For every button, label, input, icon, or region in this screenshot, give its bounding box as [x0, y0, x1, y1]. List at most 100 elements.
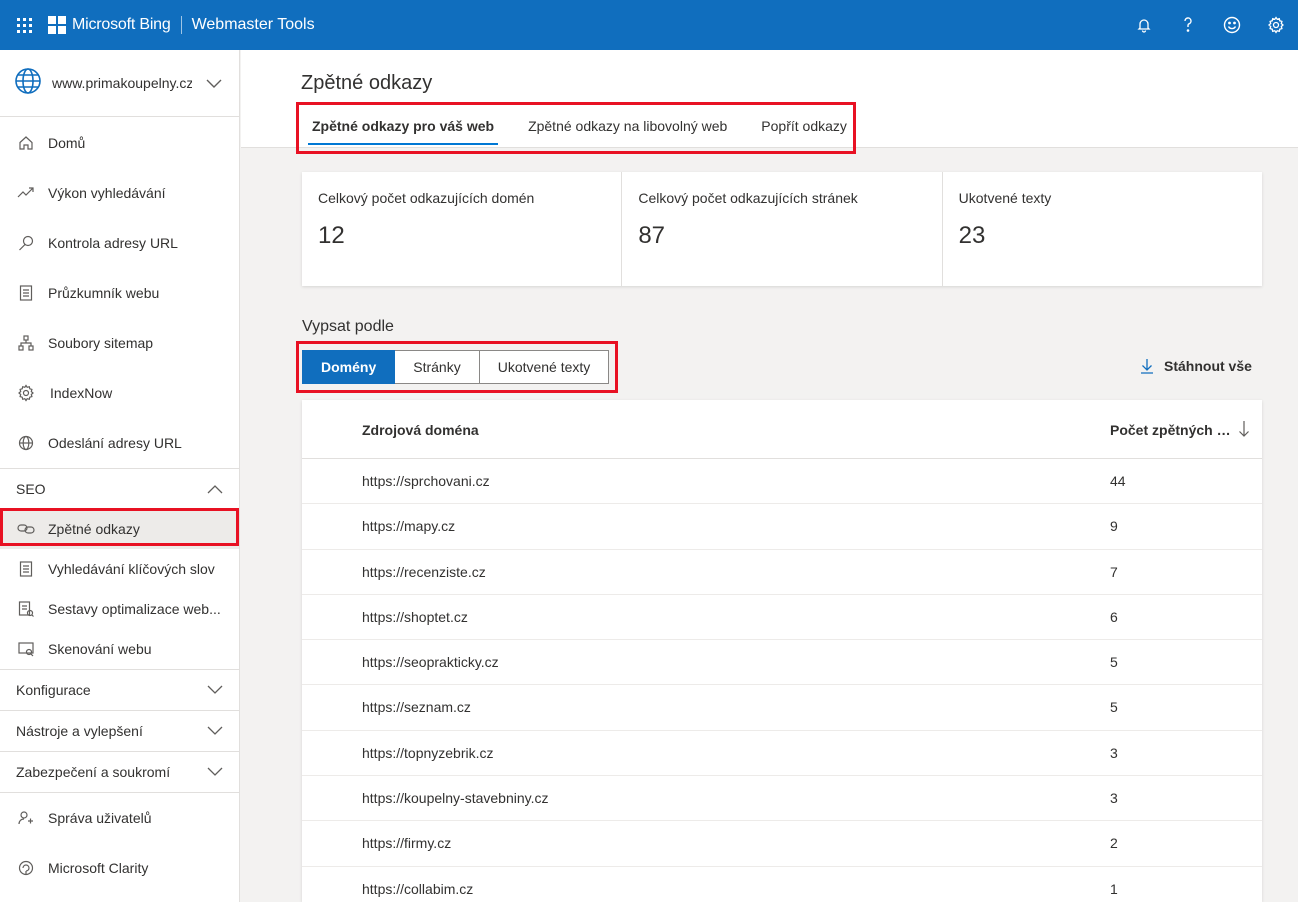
document-icon [17, 284, 35, 302]
site-picker[interactable]: www.primakoupelny.cz [0, 50, 239, 117]
table-row[interactable]: https://seznam.cz 5 [302, 685, 1262, 731]
source-domain-cell[interactable]: https://topnyzebrik.cz [362, 745, 494, 761]
brand-separator [180, 16, 182, 34]
sidebar-item-keyword-research[interactable]: Vyhledávání klíčových slov [0, 549, 239, 589]
stats-cards: Celkový počet odkazujících domén 12 Celk… [302, 172, 1262, 286]
stat-label: Celkový počet odkazujících stránek [638, 190, 858, 206]
top-bar: Microsoft Bing Webmaster Tools [0, 0, 1298, 50]
source-domain-cell[interactable]: https://seznam.cz [362, 699, 471, 715]
section-label: Konfigurace [16, 682, 91, 698]
download-label: Stáhnout vše [1164, 358, 1252, 374]
settings-gear-icon[interactable] [1254, 0, 1298, 50]
page-title: Zpětné odkazy [301, 72, 433, 94]
clarity-icon [17, 859, 35, 877]
sidebar-item-site-explorer[interactable]: Průzkumník webu [0, 268, 239, 318]
sidebar-item-label: Průzkumník webu [48, 285, 160, 301]
column-header-domain[interactable]: Zdrojová doména [362, 422, 479, 438]
app-launcher-icon[interactable] [0, 0, 48, 50]
globe-icon [14, 67, 42, 100]
sidebar-item-label: Kontrola adresy URL [48, 235, 178, 251]
backlink-count-cell: 6 [1110, 608, 1118, 625]
backlink-count-cell: 7 [1110, 563, 1118, 580]
table-row[interactable]: https://koupelny-stavebniny.cz 3 [302, 776, 1262, 822]
sidebar-item-label: Sestavy optimalizace web... [48, 601, 221, 617]
source-domain-cell[interactable]: https://mapy.cz [362, 518, 455, 534]
gear-icon [17, 384, 35, 402]
section-label: SEO [16, 481, 46, 497]
toggle-pages[interactable]: Stránky [395, 350, 480, 384]
column-header-count[interactable]: Počet zpětných o... [1110, 422, 1234, 438]
list-by-toggle: Domény Stránky Ukotvené texty [302, 350, 610, 384]
source-domain-cell[interactable]: https://collabim.cz [362, 881, 473, 897]
sidebar-item-backlinks[interactable]: Zpětné odkazy [0, 509, 239, 549]
site-name: www.primakoupelny.cz [52, 75, 192, 91]
stat-value: 23 [958, 222, 986, 249]
source-domain-cell[interactable]: https://sprchovani.cz [362, 473, 490, 489]
backlink-count-cell: 9 [1110, 518, 1118, 535]
table-row[interactable]: https://firmy.cz 2 [302, 821, 1262, 867]
sidebar-item-url-inspection[interactable]: Kontrola adresy URL [0, 218, 239, 268]
table-row[interactable]: https://mapy.cz 9 [302, 504, 1262, 550]
tab-disavow-links[interactable]: Popřít odkazy [761, 110, 847, 142]
page-header: Zpětné odkazy Zpětné odkazy pro váš web … [241, 50, 1298, 148]
sidebar-item-label: IndexNow [50, 385, 113, 401]
chevron-down-icon [207, 723, 223, 739]
tab-list: Zpětné odkazy pro váš web Zpětné odkazy … [307, 110, 881, 145]
sidebar-item-seo-reports[interactable]: Sestavy optimalizace web... [0, 589, 239, 629]
sidebar-item-clarity[interactable]: Microsoft Clarity [0, 843, 239, 893]
product-name[interactable]: Webmaster Tools [192, 16, 315, 34]
brand-name[interactable]: Microsoft Bing [72, 16, 171, 34]
sidebar-item-label: Microsoft Clarity [48, 860, 149, 876]
table-row[interactable]: https://sprchovani.cz 44 [302, 459, 1262, 505]
chevron-down-icon[interactable] [206, 76, 222, 94]
tab-backlinks-your-site[interactable]: Zpětné odkazy pro váš web [307, 110, 499, 145]
sidebar-item-label: Správa uživatelů [48, 810, 152, 826]
table-row[interactable]: https://collabim.cz 1 [302, 867, 1262, 902]
source-domain-cell[interactable]: https://seoprakticky.cz [362, 654, 499, 670]
search-icon [17, 234, 35, 252]
sort-descending-icon[interactable] [1238, 420, 1250, 441]
stat-value: 87 [638, 222, 666, 249]
section-tools[interactable]: Nástroje a vylepšení [0, 710, 239, 751]
sidebar-item-label: Výkon vyhledávání [48, 185, 166, 201]
feedback-smiley-icon[interactable] [1210, 0, 1254, 50]
sidebar-item-label: Skenování webu [48, 641, 152, 657]
trend-icon [17, 184, 35, 202]
source-domain-cell[interactable]: https://firmy.cz [362, 835, 451, 851]
table-row[interactable]: https://topnyzebrik.cz 3 [302, 731, 1262, 777]
backlink-count-cell: 44 [1110, 473, 1126, 489]
sidebar-item-url-submission[interactable]: Odeslání adresy URL [0, 418, 239, 468]
stat-card-anchor-texts: Ukotvené texty 23 [943, 172, 1262, 286]
stat-card-pages: Celkový počet odkazujících stránek 87 [622, 172, 943, 286]
toggle-domains[interactable]: Domény [302, 350, 396, 384]
sidebar-item-search-performance[interactable]: Výkon vyhledávání [0, 168, 239, 218]
notification-bell-icon[interactable] [1122, 0, 1166, 50]
help-icon[interactable] [1166, 0, 1210, 50]
sidebar-item-indexnow[interactable]: IndexNow [0, 368, 239, 418]
backlink-count-cell: 3 [1110, 790, 1118, 807]
tab-backlinks-any-site[interactable]: Zpětné odkazy na libovolný web [528, 110, 727, 142]
sitemap-icon [17, 334, 35, 352]
backlink-count-cell: 5 [1110, 654, 1118, 671]
section-security[interactable]: Zabezpečení a soukromí [0, 751, 239, 792]
stat-label: Celkový počet odkazujících domén [318, 190, 535, 206]
microsoft-logo-icon [48, 16, 66, 34]
sidebar-item-sitemaps[interactable]: Soubory sitemap [0, 318, 239, 368]
table-row[interactable]: https://seoprakticky.cz 5 [302, 640, 1262, 686]
sidebar-item-site-scan[interactable]: Skenování webu [0, 629, 239, 669]
link-icon [17, 520, 35, 538]
download-all-button[interactable]: Stáhnout vše [1140, 358, 1252, 374]
section-configuration[interactable]: Konfigurace [0, 669, 239, 710]
users-icon [17, 809, 35, 827]
backlink-count-cell: 2 [1110, 835, 1118, 852]
sidebar-item-home[interactable]: Domů [0, 118, 239, 168]
backlink-count-cell: 3 [1110, 744, 1118, 761]
table-row[interactable]: https://shoptet.cz 6 [302, 595, 1262, 641]
table-row[interactable]: https://recenziste.cz 7 [302, 550, 1262, 595]
sidebar-item-user-management[interactable]: Správa uživatelů [0, 793, 239, 843]
section-seo[interactable]: SEO [0, 468, 239, 509]
source-domain-cell[interactable]: https://koupelny-stavebniny.cz [362, 790, 549, 806]
source-domain-cell[interactable]: https://shoptet.cz [362, 609, 468, 625]
toggle-anchor-texts[interactable]: Ukotvené texty [479, 350, 610, 384]
source-domain-cell[interactable]: https://recenziste.cz [362, 564, 486, 580]
